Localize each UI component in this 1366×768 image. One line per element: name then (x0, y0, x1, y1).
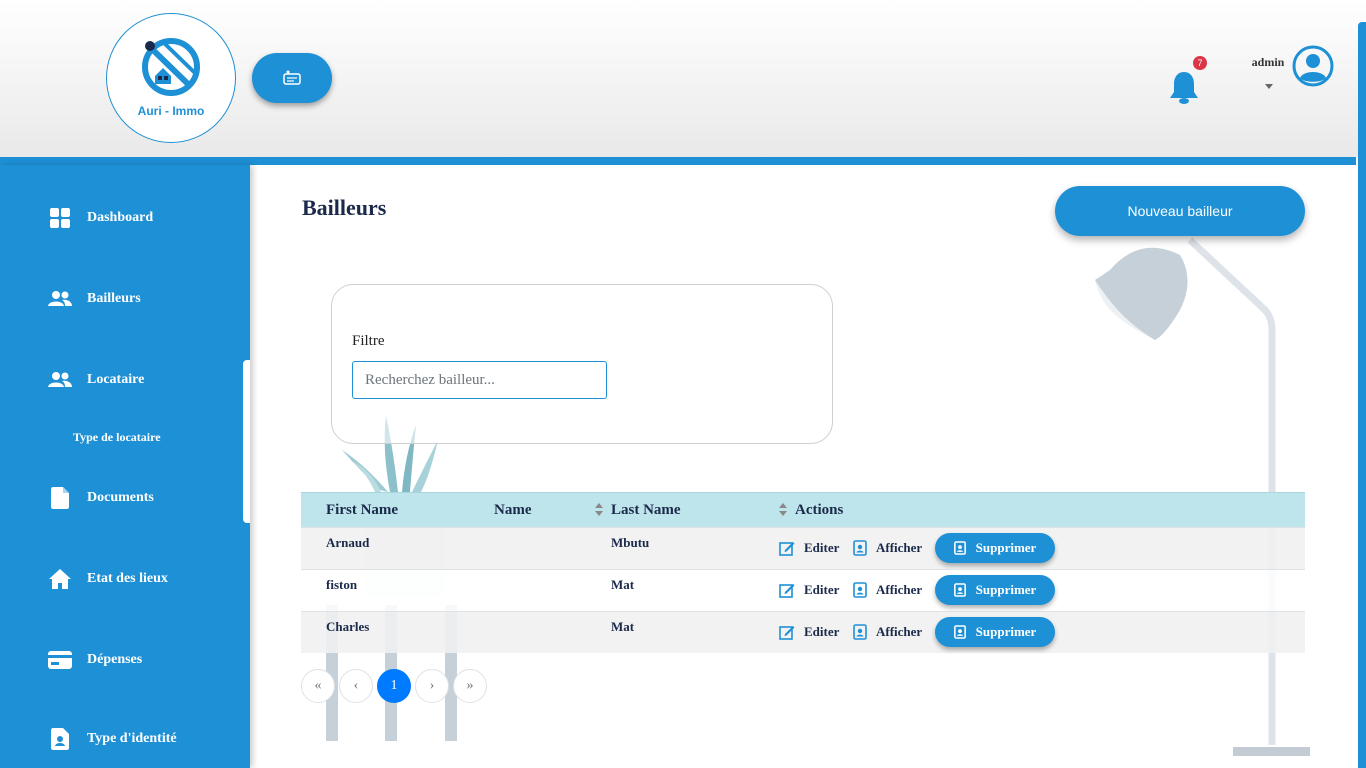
bailleurs-table: First Name Name Last Name Actions Arnaud… (301, 492, 1305, 653)
edit-icon (779, 542, 795, 556)
scrollbar[interactable] (1358, 22, 1366, 768)
sidebar-item-label: Etat des lieux (87, 571, 168, 586)
column-header-name[interactable]: Name (494, 502, 532, 519)
file-person-icon (953, 625, 966, 639)
id-file-icon (48, 727, 72, 751)
user-avatar-icon[interactable] (1292, 45, 1334, 87)
cell-last-name: Mat (611, 619, 635, 634)
cell-first-name: Charles (326, 619, 370, 634)
edit-label: Editer (804, 582, 840, 597)
sidebar-item-label: Documents (87, 490, 154, 505)
edit-label: Editer (804, 624, 840, 639)
column-header-last-name[interactable]: Last Name (611, 502, 681, 519)
sidebar-item-label: Type d'identité (87, 731, 177, 746)
notification-badge: 7 (1193, 56, 1207, 70)
table-row: fiston Mat Editer Afficher Supprimer (301, 569, 1305, 611)
sidebar (0, 165, 250, 768)
logo-text: Auri - Immo (137, 104, 205, 118)
delete-button[interactable]: Supprimer (935, 617, 1055, 647)
view-label: Afficher (876, 624, 923, 639)
edit-button[interactable]: Editer (779, 582, 839, 598)
page-next-button[interactable]: › (415, 669, 449, 703)
edit-label: Editer (804, 540, 840, 555)
sidebar-item-etat-des-lieux[interactable]: Etat des lieux (48, 567, 168, 591)
user-menu-caret-icon[interactable] (1265, 84, 1273, 89)
sidebar-item-label: Dashboard (87, 210, 154, 225)
page-current-button[interactable]: 1 (377, 669, 411, 703)
file-person-icon (953, 583, 966, 597)
delete-label: Supprimer (975, 582, 1037, 597)
bell-icon[interactable] (1168, 70, 1200, 106)
user-name[interactable]: admin (1238, 55, 1298, 70)
file-person-icon (953, 541, 966, 555)
sidebar-item-dashboard[interactable]: Dashboard (48, 206, 153, 230)
pagination: « ‹ 1 › » (301, 669, 491, 703)
page-title: Bailleurs (302, 195, 387, 220)
edit-button[interactable]: Editer (779, 540, 839, 556)
sidebar-item-depenses[interactable]: Dépenses (48, 648, 142, 672)
credit-card-icon (48, 648, 72, 672)
delete-button[interactable]: Supprimer (935, 575, 1055, 605)
delete-button[interactable]: Supprimer (935, 533, 1055, 563)
grid-icon (48, 206, 72, 230)
edit-icon (779, 584, 795, 598)
file-person-icon (853, 540, 867, 556)
filter-label: Filtre (352, 333, 385, 349)
edit-icon (779, 626, 795, 640)
logo-house-icon (142, 38, 200, 96)
column-header-first-name[interactable]: First Name (326, 502, 398, 519)
sidebar-toggle-button[interactable] (252, 53, 332, 103)
new-bailleur-button[interactable]: Nouveau bailleur (1055, 186, 1305, 236)
file-icon (48, 486, 72, 510)
sidebar-scroll-handle[interactable] (243, 360, 250, 523)
page-prev-button[interactable]: ‹ (339, 669, 373, 703)
view-button[interactable]: Afficher (853, 624, 922, 640)
users-icon (48, 368, 72, 392)
sidebar-item-locataire[interactable]: Locataire (48, 368, 144, 392)
edit-button[interactable]: Editer (779, 624, 839, 640)
search-input[interactable] (352, 361, 607, 399)
cell-last-name: Mat (611, 577, 635, 592)
file-person-icon (853, 582, 867, 598)
page-first-button[interactable]: « (301, 669, 335, 703)
sidebar-subitem-type-locataire[interactable]: Type de locataire (73, 430, 161, 445)
column-header-actions: Actions (795, 502, 844, 518)
view-label: Afficher (876, 582, 923, 597)
app-logo[interactable]: Auri - Immo (106, 13, 236, 143)
delete-label: Supprimer (975, 540, 1037, 555)
delete-label: Supprimer (975, 624, 1037, 639)
sidebar-item-type-identite[interactable]: Type d'identité (48, 727, 177, 751)
sidebar-item-bailleurs[interactable]: Bailleurs (48, 287, 141, 311)
view-button[interactable]: Afficher (853, 540, 922, 556)
view-button[interactable]: Afficher (853, 582, 922, 598)
card-list-icon (283, 70, 301, 85)
table-row: Charles Mat Editer Afficher Supprimer (301, 611, 1305, 653)
sort-icon[interactable] (779, 503, 787, 517)
cell-first-name: Arnaud (326, 535, 370, 550)
sort-icon[interactable] (595, 503, 603, 517)
cell-last-name: Mbutu (611, 535, 650, 550)
sidebar-item-label: Dépenses (87, 652, 143, 667)
header-divider (0, 157, 1356, 165)
users-icon (48, 287, 72, 311)
table-header: First Name Name Last Name Actions (301, 492, 1305, 527)
cell-first-name: fiston (326, 577, 358, 592)
sidebar-item-label: Bailleurs (87, 291, 141, 306)
file-person-icon (853, 624, 867, 640)
view-label: Afficher (876, 540, 923, 555)
sidebar-item-documents[interactable]: Documents (48, 486, 154, 510)
home-icon (48, 567, 72, 591)
table-row: Arnaud Mbutu Editer Afficher Supprimer (301, 527, 1305, 569)
page-last-button[interactable]: » (453, 669, 487, 703)
sidebar-item-label: Locataire (87, 372, 145, 387)
